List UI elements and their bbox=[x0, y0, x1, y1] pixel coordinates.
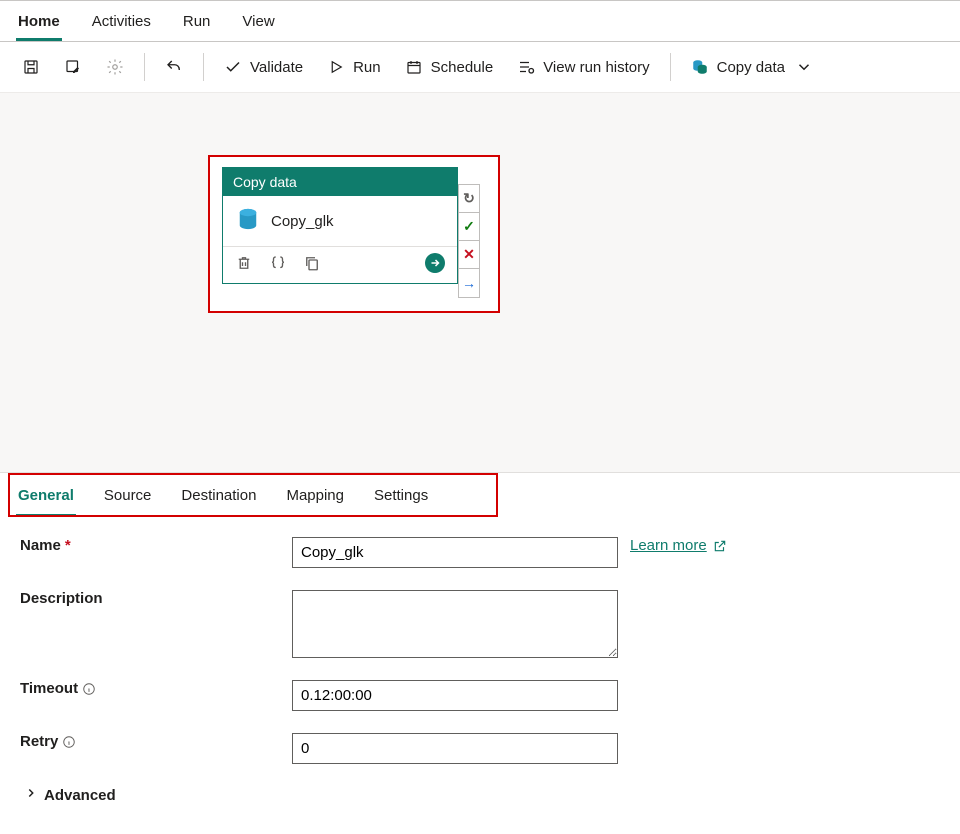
tab-settings[interactable]: Settings bbox=[372, 477, 430, 517]
top-tab-bar: Home Activities Run View bbox=[0, 0, 960, 42]
toolbar: Validate Run Schedule View run history C… bbox=[0, 42, 960, 93]
check-icon bbox=[224, 58, 242, 76]
toolbar-divider bbox=[144, 53, 145, 81]
activity-type-label: Copy data bbox=[223, 168, 457, 196]
toolbar-divider bbox=[670, 53, 671, 81]
tab-general[interactable]: General bbox=[16, 477, 76, 517]
run-activity-button[interactable] bbox=[425, 253, 445, 273]
run-button[interactable]: Run bbox=[317, 52, 391, 82]
property-tab-bar: General Source Destination Mapping Setti… bbox=[16, 477, 944, 517]
info-icon bbox=[62, 735, 76, 749]
tab-view[interactable]: View bbox=[240, 5, 276, 41]
description-input[interactable] bbox=[292, 590, 618, 658]
tab-run[interactable]: Run bbox=[181, 5, 213, 41]
name-input[interactable] bbox=[292, 537, 618, 568]
failure-handle-icon[interactable]: ✕ bbox=[459, 241, 479, 269]
save-icon bbox=[22, 58, 40, 76]
delete-icon[interactable] bbox=[235, 254, 253, 272]
undo-icon bbox=[165, 58, 183, 76]
view-run-history-button[interactable]: View run history bbox=[507, 52, 659, 82]
copy-data-button[interactable]: Copy data bbox=[681, 52, 823, 82]
description-label: Description bbox=[20, 590, 292, 607]
save-edit-icon bbox=[64, 58, 82, 76]
tab-home[interactable]: Home bbox=[16, 5, 62, 41]
timeout-input[interactable] bbox=[292, 680, 618, 711]
tab-activities[interactable]: Activities bbox=[90, 5, 153, 41]
validate-button[interactable]: Validate bbox=[214, 52, 313, 82]
run-label: Run bbox=[353, 59, 381, 76]
save-as-button[interactable] bbox=[54, 52, 92, 82]
gear-icon bbox=[106, 58, 124, 76]
copy-icon[interactable] bbox=[303, 254, 321, 272]
validate-label: Validate bbox=[250, 59, 303, 76]
pipeline-canvas[interactable]: Copy data Copy_glk bbox=[0, 93, 960, 473]
tab-mapping[interactable]: Mapping bbox=[284, 477, 346, 517]
save-button[interactable] bbox=[12, 52, 50, 82]
history-list-icon bbox=[517, 58, 535, 76]
settings-button[interactable] bbox=[96, 52, 134, 82]
activity-output-handles: ↻ ✓ ✕ → bbox=[458, 184, 480, 298]
view-run-history-label: View run history bbox=[543, 59, 649, 76]
play-icon bbox=[327, 58, 345, 76]
timeout-label: Timeout bbox=[20, 680, 292, 697]
learn-more-link[interactable]: Learn more bbox=[630, 537, 727, 554]
activity-name: Copy_glk bbox=[271, 213, 334, 230]
property-panel: General Source Destination Mapping Setti… bbox=[0, 473, 960, 804]
activity-card[interactable]: Copy data Copy_glk bbox=[222, 167, 458, 284]
required-asterisk: * bbox=[65, 537, 71, 554]
tab-destination[interactable]: Destination bbox=[179, 477, 258, 517]
retry-handle-icon[interactable]: ↻ bbox=[459, 185, 479, 213]
copy-data-label: Copy data bbox=[717, 59, 785, 76]
database-icon bbox=[691, 58, 709, 76]
external-link-icon bbox=[713, 539, 727, 553]
chevron-right-icon bbox=[24, 786, 38, 804]
database-icon bbox=[237, 208, 259, 234]
completion-handle-icon[interactable]: → bbox=[459, 269, 479, 297]
retry-input[interactable] bbox=[292, 733, 618, 764]
advanced-toggle[interactable]: Advanced bbox=[20, 786, 940, 804]
schedule-button[interactable]: Schedule bbox=[395, 52, 504, 82]
name-label: Name* bbox=[20, 537, 292, 554]
braces-icon[interactable] bbox=[269, 254, 287, 272]
success-handle-icon[interactable]: ✓ bbox=[459, 213, 479, 241]
schedule-label: Schedule bbox=[431, 59, 494, 76]
activity-highlight: Copy data Copy_glk bbox=[208, 155, 500, 313]
info-icon bbox=[82, 682, 96, 696]
toolbar-divider bbox=[203, 53, 204, 81]
retry-label: Retry bbox=[20, 733, 292, 750]
calendar-icon bbox=[405, 58, 423, 76]
chevron-down-icon bbox=[795, 58, 813, 76]
undo-button[interactable] bbox=[155, 52, 193, 82]
tab-source[interactable]: Source bbox=[102, 477, 154, 517]
